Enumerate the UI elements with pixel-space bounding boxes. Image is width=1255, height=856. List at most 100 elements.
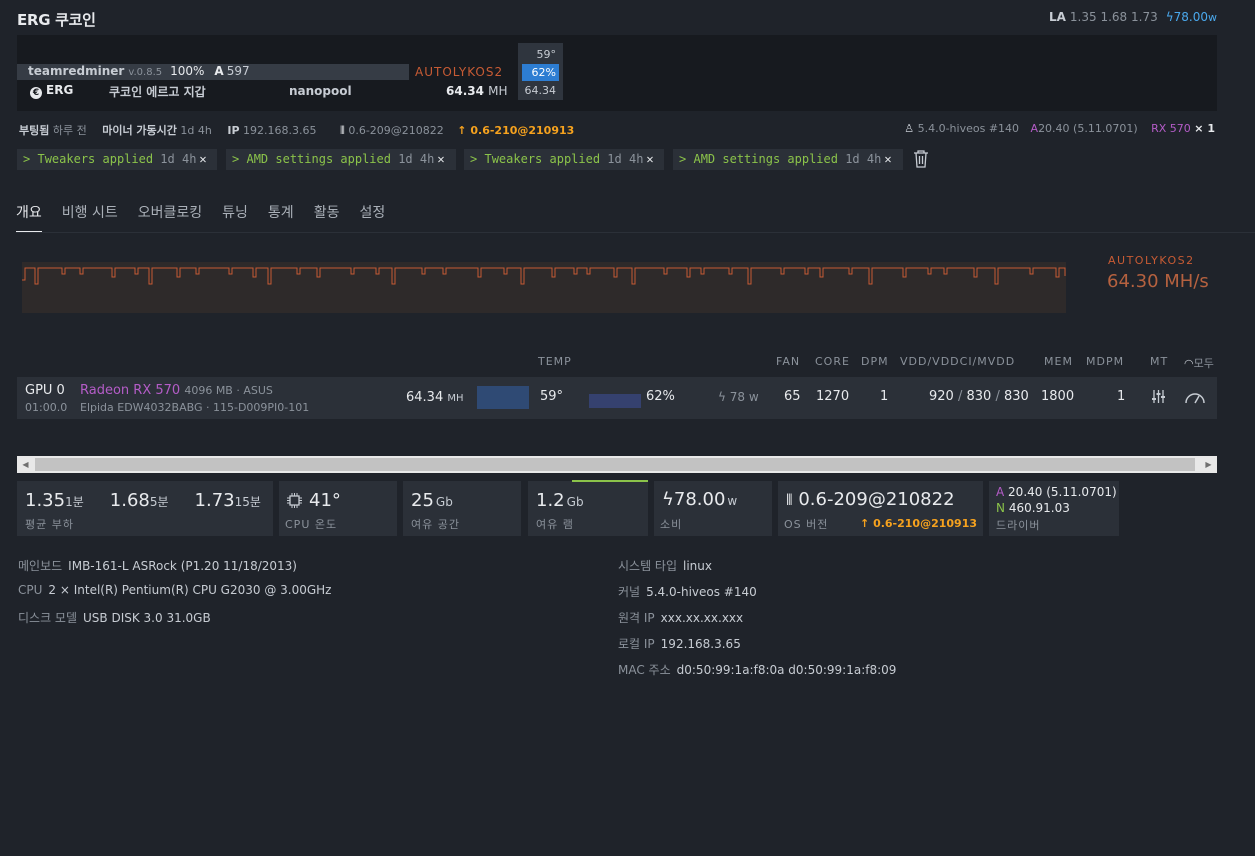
power-label: 소비	[660, 518, 683, 531]
gpu-core: 1270	[816, 389, 850, 404]
close-icon[interactable]: ✕	[437, 152, 444, 166]
pool-name[interactable]: nanopool	[289, 84, 352, 98]
power-total: ϟ78.00w	[1165, 10, 1217, 24]
tab-activity[interactable]: 활동	[314, 202, 340, 231]
tab-settings[interactable]: 설정	[359, 202, 385, 231]
gauge-icon[interactable]	[1184, 390, 1206, 404]
gpu-temp: 59°	[540, 389, 564, 404]
miner-name[interactable]: teamredminer v.0.8.5 100% A 597	[28, 64, 250, 78]
la-label: LA	[1048, 10, 1066, 24]
bolt-icon: ϟ	[662, 489, 674, 510]
cpu-icon	[287, 493, 302, 508]
detail-system-type: 시스템 타입 linux	[618, 559, 712, 573]
col-core: CORE	[815, 355, 850, 368]
close-icon[interactable]: ✕	[884, 152, 891, 166]
wallet-name[interactable]: 쿠코인 에르고 지갑	[109, 83, 206, 100]
col-mt: MT	[1150, 355, 1169, 368]
col-vdd: VDD/VDDCI/MVDD	[900, 355, 1016, 368]
chevron-right-icon: >	[679, 152, 687, 166]
col-fan: FAN	[776, 355, 801, 368]
gpu-fan-bar	[589, 394, 641, 408]
detail-mac: MAC 주소 d0:50:99:1a:f8:0a d0:50:99:1a:f8:0…	[618, 663, 897, 677]
gpu-mini-stats[interactable]: 59° 62% 64.34	[518, 43, 563, 100]
close-icon[interactable]: ✕	[646, 152, 653, 166]
cpu-temp-label: CPU 온도	[285, 518, 338, 531]
scrollbar-thumb[interactable]	[35, 458, 1195, 471]
hashrate-chart[interactable]	[22, 262, 1066, 313]
card-drivers: A 20.40 (5.11.0701) N 460.91.03 드라이버	[989, 481, 1119, 536]
sliders-icon[interactable]	[1151, 389, 1166, 404]
disk-value: 25 Gb	[411, 490, 453, 511]
linux-icon: ♙	[904, 122, 915, 135]
scroll-right-icon[interactable]: ▶	[1200, 456, 1217, 473]
col-tune-all[interactable]: ◠모두	[1184, 355, 1217, 371]
detail-disk-model: 디스크 모델 USB DISK 3.0 31.0GB	[18, 611, 211, 625]
disk-label: 여유 공간	[411, 518, 460, 531]
ram-usage-bar	[572, 480, 648, 482]
driver-label: 드라이버	[996, 519, 1041, 532]
gpu-model: Radeon RX 570 4096 MB · ASUS	[80, 383, 273, 398]
detail-motherboard: 메인보드 IMB-161-L ASRock (P1.20 11/18/2013)	[18, 559, 297, 573]
gpu-hash-bar	[477, 386, 529, 409]
gpu-memory: Elpida EDW4032BABG · 115-D009PI0-101	[80, 401, 310, 414]
gpu-dpm: 1	[880, 389, 889, 404]
tag-tweakers[interactable]: > Tweakers applied 1d 4h ✕	[464, 149, 664, 170]
chevron-right-icon: >	[232, 152, 240, 166]
card-load-average: 1.351분 1.685분 1.7315분 평균 부하	[17, 481, 273, 536]
col-mem: MEM	[1044, 355, 1073, 368]
card-free-disk: 25 Gb 여유 공간	[403, 481, 521, 536]
power-value: ϟ78.00 w	[662, 489, 738, 510]
gpu-fan-percent: 62%	[646, 389, 675, 404]
tab-divider	[16, 232, 1255, 233]
chevron-right-icon: >	[470, 152, 478, 166]
tab-overclocking[interactable]: 오버클로킹	[138, 202, 202, 231]
bolt-icon: ϟ	[718, 390, 726, 404]
gpu-mem: 1800	[1041, 389, 1075, 404]
driver-amd: A 20.40 (5.11.0701)	[996, 485, 1117, 499]
la-values: 1.35 1.68 1.73	[1069, 10, 1158, 24]
trash-icon[interactable]	[913, 150, 929, 168]
card-os-version: ⦀ 0.6-209@210822 OS 버전 ↑ 0.6-210@210913	[778, 481, 983, 536]
tab-overview[interactable]: 개요	[16, 202, 42, 233]
tab-tuning[interactable]: 튜닝	[222, 202, 248, 231]
gpu-fan: 65	[784, 389, 801, 404]
mini-fan: 62%	[522, 64, 559, 81]
ram-label: 여유 램	[536, 518, 574, 531]
detail-local-ip: 로컬 IP 192.168.3.65	[618, 637, 741, 651]
card-cpu-temp: 41° CPU 온도	[279, 481, 397, 536]
detail-cpu: CPU 2 × Intel(R) Pentium(R) CPU G2030 @ 3…	[18, 583, 332, 597]
load-label: 평균 부하	[25, 518, 74, 531]
tag-tweakers[interactable]: > Tweakers applied 1d 4h ✕	[17, 149, 217, 170]
cpu-temp-value: 41°	[309, 490, 341, 511]
tag-amd-settings[interactable]: > AMD settings applied 1d 4h ✕	[673, 149, 903, 170]
info-row: 부팅됨 하루 전 마이너 가동시간 1d 4h IP 192.168.3.65 …	[19, 124, 575, 137]
miner-algo: AUTOLYKOS2	[415, 65, 504, 79]
os-value: ⦀ 0.6-209@210822	[786, 489, 955, 510]
chevron-right-icon: >	[23, 152, 31, 166]
os-label: OS 버전	[784, 518, 829, 531]
tab-stats[interactable]: 통계	[268, 202, 294, 231]
hashrate-sparkline	[22, 267, 1066, 285]
os-update-link[interactable]: ↑ 0.6-210@210913	[457, 124, 574, 137]
os-version: 0.6-209@210822	[348, 124, 444, 137]
coin-icon: €	[30, 87, 42, 99]
load-average: LA 1.35 1.68 1.73 ϟ78.00w	[1049, 10, 1217, 24]
gpu-hashrate: 64.34 MH	[406, 390, 464, 405]
mini-temp: 59°	[536, 48, 557, 61]
scroll-left-icon[interactable]: ◀	[17, 456, 34, 473]
col-dpm: DPM	[861, 355, 889, 368]
chart-hashrate: 64.30 MH/s	[1107, 271, 1209, 292]
close-icon[interactable]: ✕	[199, 152, 206, 166]
card-free-ram: 1.2 Gb 여유 램	[528, 481, 648, 536]
os-update-link[interactable]: ↑ 0.6-210@210913	[860, 517, 977, 530]
hive-icon: ⦀	[340, 124, 345, 137]
kernel-info: ♙ 5.4.0-hiveos #140 A20.40 (5.11.0701) R…	[904, 122, 1215, 135]
detail-remote-ip: 원격 IP xxx.xx.xx.xxx	[618, 611, 744, 625]
gpu-name: GPU 0	[25, 383, 65, 398]
chart-algo: AUTOLYKOS2	[1108, 254, 1195, 267]
tag-amd-settings[interactable]: > AMD settings applied 1d 4h ✕	[226, 149, 456, 170]
tab-flight-sheet[interactable]: 비행 시트	[62, 202, 118, 231]
page-title: ERG 쿠코인	[17, 11, 96, 29]
tab-bar: 개요 비행 시트 오버클로킹 튜닝 통계 활동 설정	[16, 202, 405, 233]
col-mdpm: MDPM	[1086, 355, 1125, 368]
